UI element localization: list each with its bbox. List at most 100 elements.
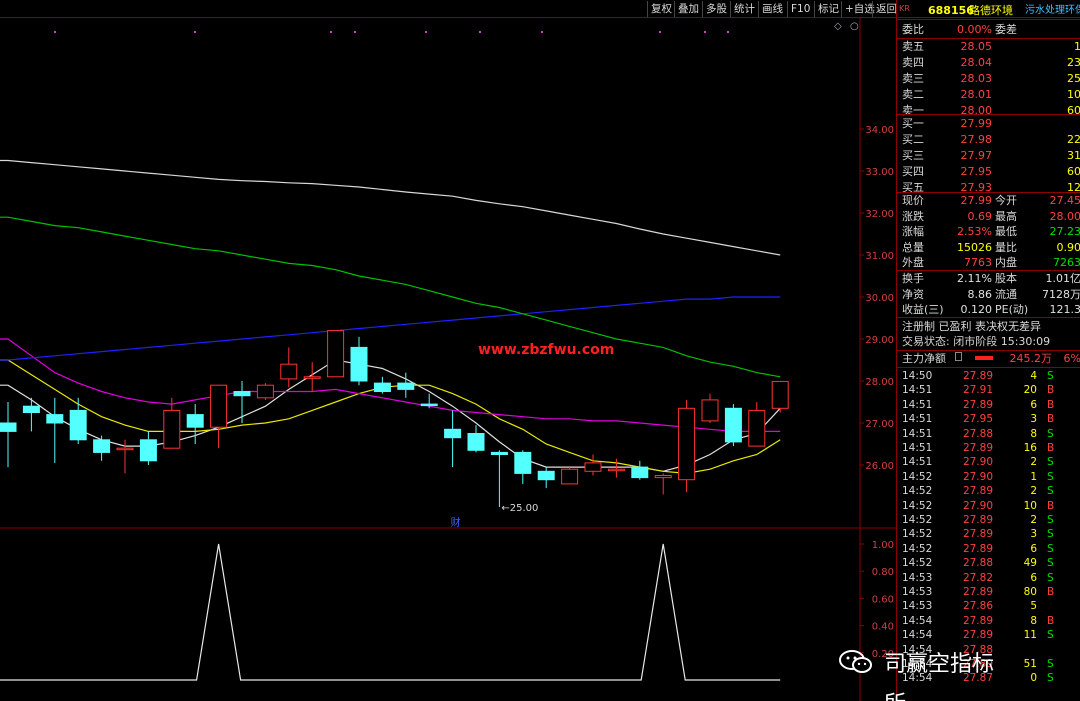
tick-row: 14:52 27.89 2 S	[902, 514, 1054, 526]
candle-body	[0, 422, 17, 432]
top-marker-dot	[659, 31, 661, 33]
ma-line-0	[0, 359, 781, 472]
sell-level-4: 卖四 28.04 23	[902, 56, 1080, 69]
candle-body	[233, 391, 251, 397]
candle-body	[46, 414, 64, 424]
price-tick-label: 32.00	[865, 209, 894, 220]
candle-body	[631, 466, 649, 479]
toolbar-button-5[interactable]: F10	[787, 1, 813, 17]
candle-body	[397, 382, 415, 390]
top-marker-dot	[354, 31, 356, 33]
info-row-0: 换手 2.11% 股本 1.01亿	[902, 272, 1080, 285]
top-marker-dot	[704, 31, 706, 33]
indicator-tick-label: 1.00	[872, 540, 894, 551]
price-tick-label: 28.00	[865, 377, 894, 388]
top-marker-dot	[54, 31, 56, 33]
candle-body	[724, 407, 742, 443]
candle-body	[139, 439, 157, 462]
tick-row: 14:53 27.86 5	[902, 600, 1037, 613]
indicator-tick-label: 0.80	[872, 567, 894, 578]
buy-level-3: 买三 27.97 31	[902, 149, 1080, 162]
corner-zoom-icon: ○	[850, 21, 859, 32]
candle-body	[701, 399, 719, 422]
price-tick-label: 30.00	[865, 293, 894, 304]
indicator-line	[0, 543, 781, 681]
wechat-watermark-text: 司赢空指标所	[884, 652, 995, 701]
price-tick-label: 29.00	[865, 335, 894, 346]
top-marker-dot	[727, 31, 729, 33]
website-watermark: www.zbzfwu.com	[478, 342, 615, 358]
toolbar-button-0[interactable]: 复权	[647, 1, 675, 17]
toolbar-button-3[interactable]: 统计	[730, 1, 758, 17]
indicator-tick-label: 0.40	[872, 622, 894, 633]
stat-row-3: 总量 15026 量比 0.90	[902, 240, 1080, 254]
tick-row: 14:54 27.89 8 B	[902, 614, 1055, 627]
toolbar-button-6[interactable]: 标记	[814, 1, 842, 17]
candle-body	[69, 409, 87, 441]
tick-row: 14:54 27.89 11 S	[902, 629, 1054, 642]
candle-body	[561, 468, 579, 485]
indicator-tick-label: 0.60	[872, 594, 894, 605]
quote-separator	[897, 367, 1080, 368]
ma-line-4	[0, 216, 781, 378]
top-marker-dot	[330, 31, 332, 33]
candle-body	[93, 439, 111, 453]
toolbar-button-2[interactable]: 多股	[702, 1, 730, 17]
sell-level-3: 卖三 28.03 25	[902, 72, 1080, 85]
registration-row: 注册制 已盈利 表决权无差异	[902, 320, 1041, 333]
quote-separator	[897, 317, 1080, 318]
main-flow-row: 主力净额 245.2万 6%	[902, 352, 1080, 365]
ma-line-1	[0, 359, 781, 475]
buy-level-1: 买一 27.99	[902, 117, 992, 130]
tick-row: 14:51 27.95 3 B	[902, 413, 1055, 426]
tick-row: 14:52 27.90 10 B	[902, 499, 1055, 512]
ma-line-5	[0, 159, 781, 256]
quote-panel: KR688156路德环境污水处理环保共委比0.00%委差卖五28.051 卖四28…	[896, 0, 1080, 701]
price-tick-label: 27.00	[865, 419, 894, 430]
tick-row: 14:51 27.91 20 B	[902, 384, 1055, 397]
top-marker-dot	[194, 31, 196, 33]
price-tick-label: 26.00	[865, 461, 894, 472]
price-tick-label: 31.00	[865, 251, 894, 262]
wechat-watermark: 司赢空指标所	[762, 645, 1002, 701]
candle-body	[163, 409, 181, 449]
stat-row-0: 现价 27.99 今开 27.45	[902, 194, 1080, 207]
tick-row: 14:53 27.82 6 S	[902, 571, 1054, 584]
info-row-2: 收益(三) 0.120 PE(动) 121.3	[902, 303, 1080, 316]
tick-row: 14:51 27.88 8 S	[902, 427, 1054, 440]
low-price-label: ←25.00	[501, 503, 538, 514]
quote-separator	[897, 19, 1080, 20]
candle-body	[256, 384, 274, 399]
tick-row: 14:52 27.88 49 S	[902, 557, 1054, 570]
candle-body	[771, 380, 789, 409]
tick-row: 14:52 27.89 6 S	[902, 542, 1054, 555]
candle-body	[514, 451, 532, 474]
candle-body	[654, 475, 672, 479]
tick-row: 14:52 27.89 3 S	[902, 528, 1054, 541]
candle-body	[186, 414, 204, 428]
candle-body	[303, 376, 321, 379]
tick-row: 14:52 27.89 2 S	[902, 485, 1054, 498]
toolbar-button-4[interactable]: 画线	[758, 1, 786, 17]
candle-body	[678, 407, 696, 481]
candle-body	[373, 382, 391, 393]
toolbar-button-1[interactable]: 叠加	[674, 1, 702, 17]
stat-row-4: 外盘 7763 内盘 7263	[902, 256, 1080, 269]
candle-body	[490, 451, 508, 455]
price-chart[interactable]: ◇ ○ 26.00 27.00 28.00 29.00 30.00 31.00 32.00 33.…	[0, 18, 896, 701]
candle-body	[327, 330, 345, 378]
tick-row: 14:51 27.90 2 S	[902, 456, 1054, 469]
sell-level-5: 卖五28.051	[902, 40, 1080, 53]
weibi-row: 委比 0.00% 委差	[902, 23, 1017, 36]
tick-row: 14:53 27.89 80 B	[902, 586, 1055, 598]
corner-diamond-icon: ◇	[834, 21, 842, 32]
ma-line-3	[0, 296, 781, 361]
tick-row: 14:51 27.89 6 B	[902, 398, 1055, 411]
buy-level-4: 买四 27.95 60	[902, 165, 1080, 178]
stat-row-2: 涨幅 2.53% 最低 27.23	[902, 225, 1080, 238]
top-marker-dot	[541, 31, 543, 33]
candle-body	[748, 409, 766, 447]
price-tick-label: 34.00	[865, 125, 894, 136]
stat-row-1: 涨跌 0.69 最高 28.00	[902, 209, 1080, 223]
tick-row: 14:50 27.89 4 S	[902, 370, 1054, 382]
